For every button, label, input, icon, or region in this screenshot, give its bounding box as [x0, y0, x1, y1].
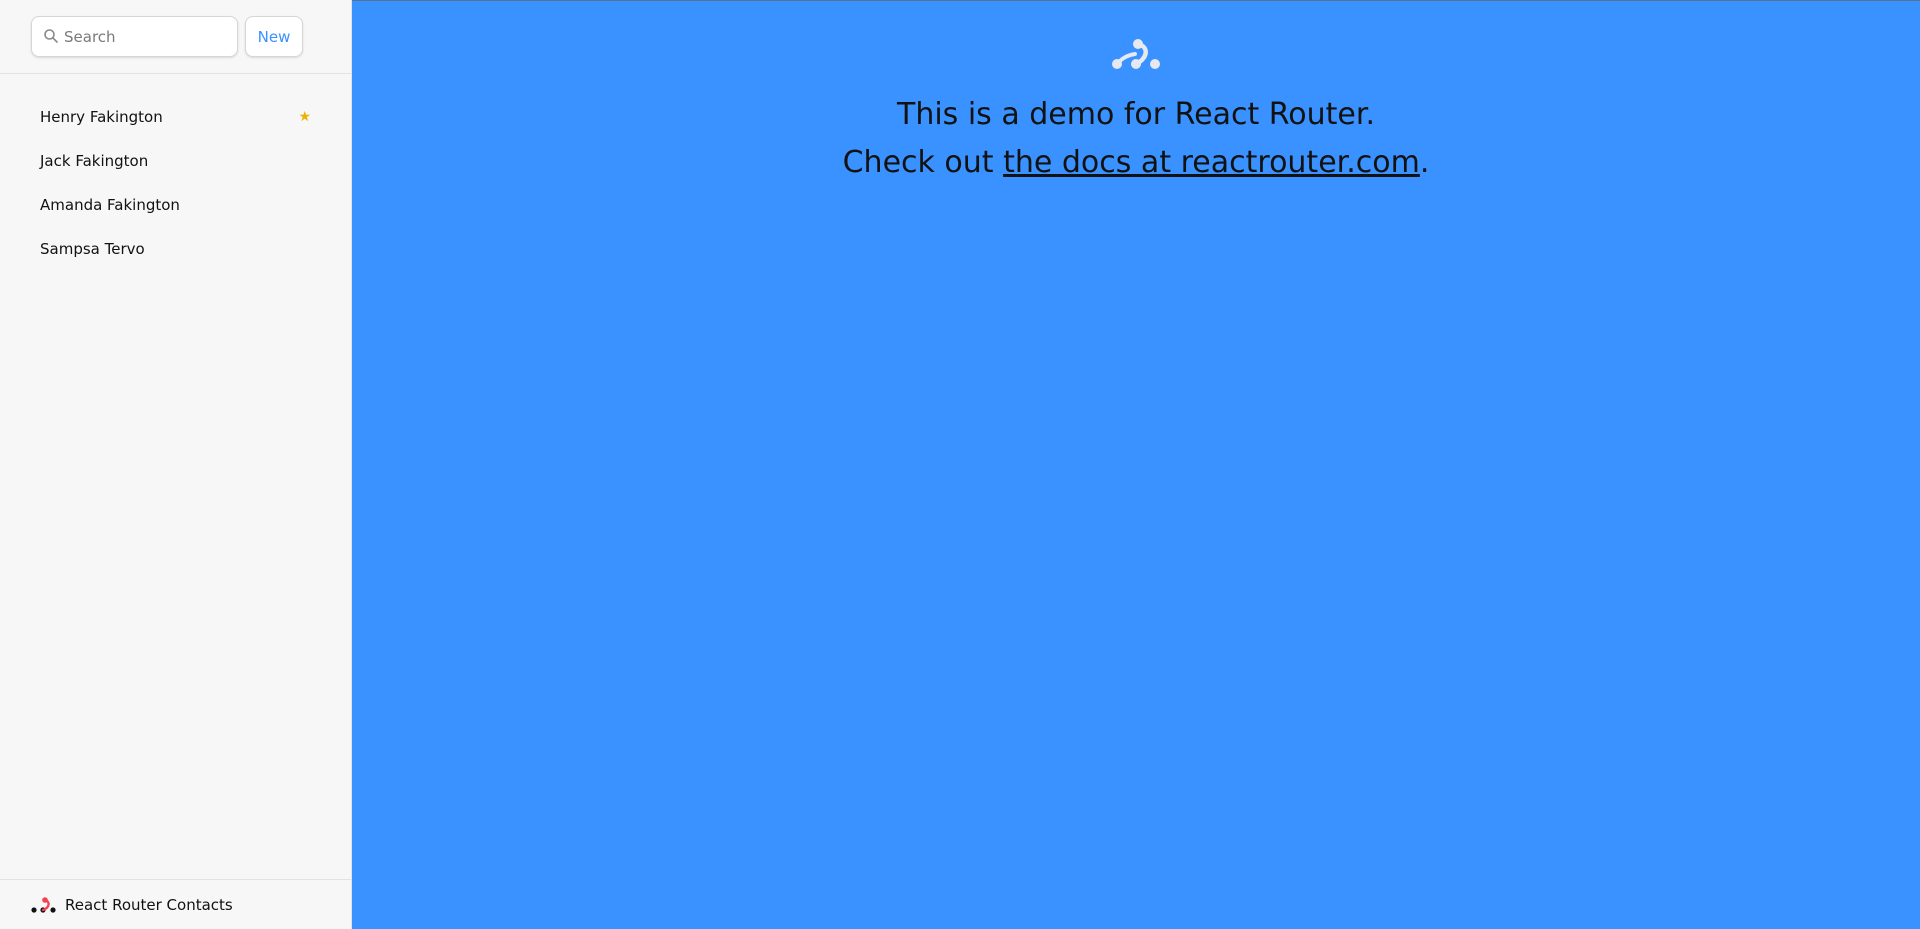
docs-link[interactable]: the docs at reactrouter.com — [1003, 145, 1420, 180]
react-router-logo-icon — [31, 896, 56, 913]
search-form — [31, 16, 238, 57]
contact-name: Sampsa Tervo — [40, 240, 145, 258]
intro-line-1: This is a demo for React Router. — [897, 97, 1375, 132]
contact-name: Jack Fakington — [40, 152, 149, 170]
contact-item-henry-fakington[interactable]: Henry Fakington ★ — [0, 95, 351, 139]
intro-text: This is a demo for React Router. Check o… — [843, 91, 1430, 187]
app-root: New Henry Fakington ★ Jack Fakington Ama… — [0, 0, 1920, 929]
contact-name: Henry Fakington — [40, 108, 163, 126]
sidebar-footer: React Router Contacts — [0, 879, 351, 929]
app-title: React Router Contacts — [65, 895, 233, 914]
intro-line-2-prefix: Check out — [842, 145, 1004, 180]
contact-item-sampsa-tervo[interactable]: Sampsa Tervo — [0, 227, 351, 271]
intro-line-2-suffix: . — [1419, 145, 1430, 180]
search-icon — [44, 29, 58, 43]
new-contact-button[interactable]: New — [245, 16, 303, 57]
main-content: This is a demo for React Router. Check o… — [352, 0, 1920, 929]
contact-name: Amanda Fakington — [40, 196, 180, 214]
contact-item-jack-fakington[interactable]: Jack Fakington — [0, 139, 351, 183]
star-icon: ★ — [298, 109, 311, 125]
sidebar: New Henry Fakington ★ Jack Fakington Ama… — [0, 0, 352, 929]
react-router-logo-icon — [1112, 39, 1160, 69]
sidebar-header: New — [0, 0, 351, 74]
contact-item-amanda-fakington[interactable]: Amanda Fakington — [0, 183, 351, 227]
search-input[interactable] — [31, 16, 238, 57]
contact-list: Henry Fakington ★ Jack Fakington Amanda … — [0, 74, 351, 271]
